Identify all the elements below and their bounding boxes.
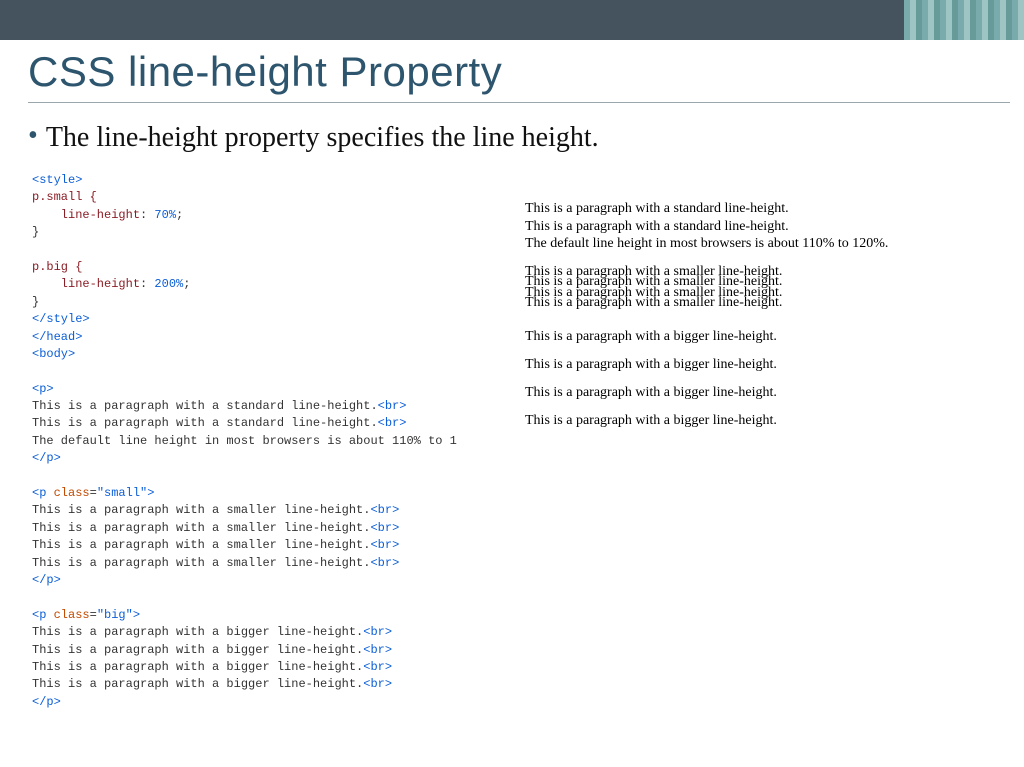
attr-class-2: class [54, 486, 90, 500]
tag-p-open-2e: > [147, 486, 154, 500]
eq-3: = [90, 608, 97, 622]
text-bg-3: This is a paragraph with a bigger line-h… [32, 660, 363, 674]
slide-topbar [0, 0, 1024, 40]
tag-style-open: <style> [32, 173, 82, 187]
text-sm-4: This is a paragraph with a smaller line-… [32, 556, 370, 570]
text-bg-4: This is a paragraph with a bigger line-h… [32, 677, 363, 691]
code-snippet: <style> p.small { line-height: 70%; } p.… [32, 172, 512, 711]
tag-p-close-3: </p> [32, 695, 61, 709]
rendered-p-default: This is a paragraph with a standard line… [525, 200, 1005, 253]
tag-br: <br> [363, 677, 392, 691]
tag-p-open-3a: <p [32, 608, 54, 622]
rendered-std3: The default line height in most browsers… [525, 236, 888, 251]
prop-line-height-small: line-height [32, 208, 140, 222]
val-200: 200% [147, 277, 183, 291]
bullet-dot-icon: • [28, 120, 38, 151]
tag-p-open-1: <p> [32, 382, 54, 396]
brace-close-2: } [32, 295, 39, 309]
tag-br: <br> [363, 660, 392, 674]
rendered-output: This is a paragraph with a standard line… [525, 200, 1005, 449]
tag-body-open: <body> [32, 347, 75, 361]
rendered-sm-4: This is a paragraph with a smaller line-… [525, 295, 782, 310]
tag-head-close: </head> [32, 330, 82, 344]
tag-br: <br> [370, 538, 399, 552]
rendered-bg-1: This is a paragraph with a bigger line-h… [525, 329, 777, 344]
rendered-bg-4: This is a paragraph with a bigger line-h… [525, 413, 777, 428]
rendered-p-small: This is a paragraph with a smaller line-… [525, 267, 1005, 309]
tag-p-close-1: </p> [32, 451, 61, 465]
text-std2: This is a paragraph with a standard line… [32, 416, 378, 430]
val-70: 70% [147, 208, 176, 222]
text-bg-2: This is a paragraph with a bigger line-h… [32, 643, 363, 657]
selector-big: p.big { [32, 260, 82, 274]
str-big: "big" [97, 608, 133, 622]
tag-br: <br> [363, 643, 392, 657]
title-rule [28, 102, 1010, 103]
brace-close-1: } [32, 225, 39, 239]
eq-2: = [90, 486, 97, 500]
tag-style-close: </style> [32, 312, 90, 326]
rendered-bg-2: This is a paragraph with a bigger line-h… [525, 357, 777, 372]
rendered-std2: This is a paragraph with a standard line… [525, 219, 789, 234]
slide: CSS line-height Property • The line-heigh… [0, 0, 1024, 767]
slide-title: CSS line-height Property [28, 48, 996, 98]
tag-br: <br> [370, 503, 399, 517]
text-std3: The default line height in most browsers… [32, 434, 457, 448]
text-sm-3: This is a paragraph with a smaller line-… [32, 538, 370, 552]
attr-class-3: class [54, 608, 90, 622]
tag-p-open-3e: > [133, 608, 140, 622]
str-small: "small" [97, 486, 147, 500]
tag-br: <br> [378, 399, 407, 413]
tag-br: <br> [370, 556, 399, 570]
tag-br: <br> [370, 521, 399, 535]
tag-p-close-2: </p> [32, 573, 61, 587]
bullet-text: The line-height property specifies the l… [46, 122, 599, 153]
tag-p-open-2a: <p [32, 486, 54, 500]
text-sm-1: This is a paragraph with a smaller line-… [32, 503, 370, 517]
tag-br: <br> [378, 416, 407, 430]
bullet-line: • The line-height property specifies the … [28, 120, 599, 154]
tag-br: <br> [363, 625, 392, 639]
rendered-std1: This is a paragraph with a standard line… [525, 201, 789, 216]
prop-line-height-big: line-height [32, 277, 140, 291]
rendered-bg-3: This is a paragraph with a bigger line-h… [525, 385, 777, 400]
text-sm-2: This is a paragraph with a smaller line-… [32, 521, 370, 535]
text-bg-1: This is a paragraph with a bigger line-h… [32, 625, 363, 639]
rendered-p-big: This is a paragraph with a bigger line-h… [525, 323, 1005, 435]
selector-small: p.small { [32, 190, 97, 204]
text-std1: This is a paragraph with a standard line… [32, 399, 378, 413]
